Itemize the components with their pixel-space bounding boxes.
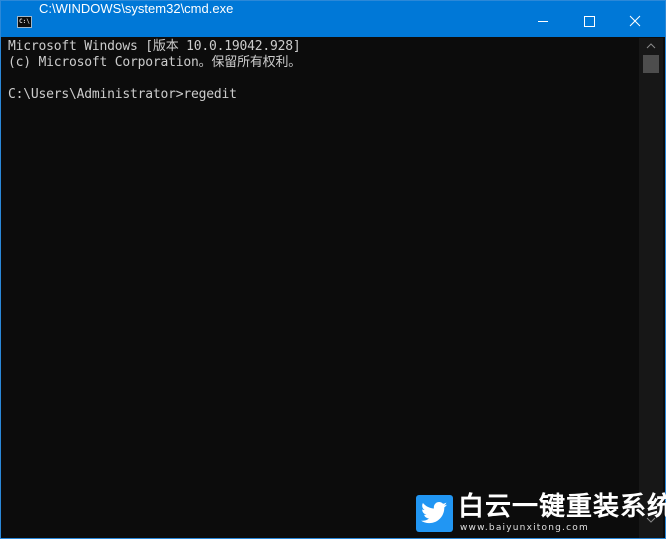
window-title: C:\WINDOWS\system32\cmd.exe bbox=[39, 1, 234, 16]
app-icon-text: C:\ bbox=[19, 18, 30, 25]
watermark-logo bbox=[416, 495, 453, 532]
close-button[interactable] bbox=[612, 1, 658, 37]
maximize-icon bbox=[584, 16, 595, 27]
watermark-url: www.baiyunxitong.com bbox=[460, 523, 589, 533]
scroll-thumb[interactable] bbox=[643, 55, 659, 73]
watermark-brand: 白云一键重装系统 bbox=[458, 492, 666, 522]
twitter-bird-icon bbox=[421, 502, 448, 524]
cmd-window: C:\ C:\WINDOWS\system32\cmd.exe Microsof… bbox=[0, 0, 666, 539]
minimize-button[interactable] bbox=[520, 1, 566, 37]
scroll-up-button[interactable] bbox=[639, 38, 663, 54]
watermark: 白云一键重装系统 www.baiyunxitong.com bbox=[411, 491, 666, 537]
close-icon bbox=[629, 15, 641, 27]
console-line-prompt: C:\Users\Administrator>regedit bbox=[8, 87, 237, 102]
console-output[interactable]: Microsoft Windows [版本 10.0.19042.928] (c… bbox=[2, 38, 639, 538]
maximize-button[interactable] bbox=[566, 1, 612, 37]
console-line-version: Microsoft Windows [版本 10.0.19042.928] bbox=[8, 39, 301, 54]
minimize-icon bbox=[538, 21, 548, 22]
chevron-up-icon bbox=[646, 43, 656, 49]
vertical-scrollbar[interactable] bbox=[639, 38, 663, 538]
cmd-app-icon[interactable]: C:\ bbox=[17, 16, 32, 28]
title-bar[interactable]: C:\ C:\WINDOWS\system32\cmd.exe bbox=[1, 1, 665, 37]
console-line-copyright: (c) Microsoft Corporation。保留所有权利。 bbox=[8, 55, 302, 70]
